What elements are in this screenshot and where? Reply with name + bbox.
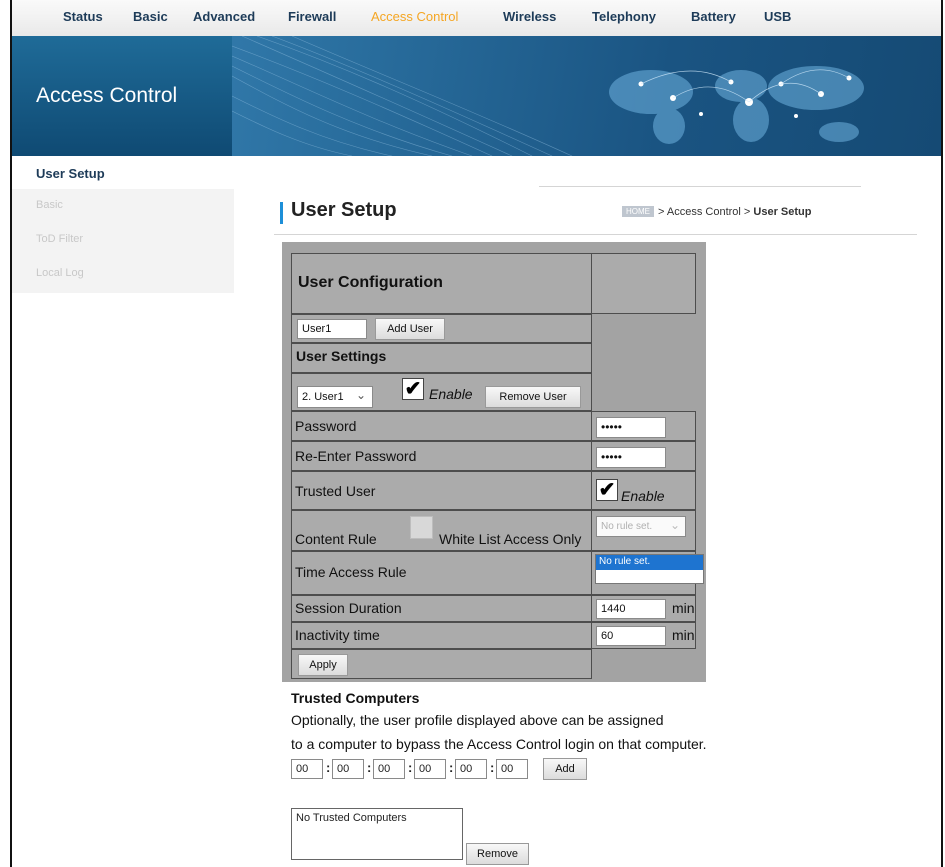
session-label-cell: Session Duration bbox=[291, 595, 592, 622]
trusted-computers-description: Optionally, the user profile displayed a… bbox=[291, 712, 664, 728]
password-value-cell: ••••• bbox=[592, 411, 696, 441]
nav-basic[interactable]: Basic bbox=[133, 9, 168, 24]
page-title: User Setup bbox=[291, 199, 397, 221]
user-settings-title: User Settings bbox=[296, 348, 387, 364]
sidebar-submenu: Basic ToD Filter Local Log bbox=[12, 189, 234, 293]
chevron-down-icon: ⌄ bbox=[355, 388, 366, 402]
reenter-label-cell: Re-Enter Password bbox=[291, 441, 592, 471]
enable-user-label: Enable bbox=[429, 386, 473, 402]
nav-access-control[interactable]: Access Control bbox=[371, 9, 458, 24]
mac-octet-6-input[interactable]: 00 bbox=[496, 759, 528, 779]
inactivity-value-cell: 60 min bbox=[592, 622, 696, 649]
mac-separator: : bbox=[367, 760, 372, 775]
nav-firewall[interactable]: Firewall bbox=[288, 9, 336, 24]
session-value-cell: 1440 min bbox=[592, 595, 696, 622]
sidebar-item-basic[interactable]: Basic bbox=[36, 199, 63, 211]
new-user-name-input[interactable]: User1 bbox=[297, 319, 367, 339]
breadcrumb-current: User Setup bbox=[753, 206, 812, 218]
breadcrumb: HOME > Access Control > User Setup bbox=[622, 206, 811, 218]
trusted-computers-description: to a computer to bypass the Access Contr… bbox=[291, 736, 707, 752]
nav-battery[interactable]: Battery bbox=[691, 9, 736, 24]
session-unit-label: min bbox=[672, 600, 695, 616]
breadcrumb-path: > Access Control > bbox=[658, 206, 754, 218]
user-config-table: User Configuration User1 Add User User S… bbox=[282, 242, 706, 682]
mac-octet-1-input[interactable]: 00 bbox=[291, 759, 323, 779]
content-rule-select-value: No rule set. bbox=[601, 521, 653, 532]
remove-computer-button[interactable]: Remove bbox=[466, 843, 529, 865]
mac-octet-4-input[interactable]: 00 bbox=[414, 759, 446, 779]
apply-row: Apply bbox=[291, 649, 592, 679]
reenter-password-label: Re-Enter Password bbox=[295, 448, 417, 464]
mac-separator: : bbox=[490, 760, 495, 775]
add-user-row: User1 Add User bbox=[291, 314, 592, 343]
trusted-user-enable-label: Enable bbox=[621, 488, 665, 504]
user-select-row: 2. User1 ⌄ ✔ Enable Remove User bbox=[291, 373, 592, 411]
mac-octet-2-input[interactable]: 00 bbox=[332, 759, 364, 779]
divider bbox=[274, 234, 917, 235]
time-rule-option[interactable]: No rule set. bbox=[596, 555, 703, 570]
user-settings-header: User Settings bbox=[291, 343, 592, 373]
add-user-button[interactable]: Add User bbox=[375, 318, 445, 340]
sidebar-item-tod-filter[interactable]: ToD Filter bbox=[36, 233, 83, 245]
mac-octet-3-input[interactable]: 00 bbox=[373, 759, 405, 779]
enable-user-checkbox[interactable]: ✔ bbox=[402, 378, 424, 400]
sidebar-item-local-log[interactable]: Local Log bbox=[36, 267, 84, 279]
divider bbox=[539, 186, 861, 187]
nav-status[interactable]: Status bbox=[63, 9, 103, 24]
title-accent-bar bbox=[280, 202, 283, 224]
app-frame: Status Basic Advanced Firewall Access Co… bbox=[10, 0, 943, 867]
content-rule-label: Content Rule bbox=[295, 531, 377, 547]
reenter-value-cell: ••••• bbox=[592, 441, 696, 471]
inactivity-unit-label: min bbox=[672, 627, 695, 643]
mac-separator: : bbox=[408, 760, 413, 775]
nav-telephony[interactable]: Telephony bbox=[592, 9, 656, 24]
time-rule-listbox[interactable]: No rule set. bbox=[595, 554, 704, 584]
inactivity-time-label: Inactivity time bbox=[295, 627, 380, 643]
remove-user-button[interactable]: Remove User bbox=[485, 386, 581, 408]
inactivity-label-cell: Inactivity time bbox=[291, 622, 592, 649]
trusted-user-value-cell: ✔ Enable bbox=[592, 471, 696, 510]
nav-usb[interactable]: USB bbox=[764, 9, 791, 24]
mac-octet-5-input[interactable]: 00 bbox=[455, 759, 487, 779]
password-label: Password bbox=[295, 418, 357, 434]
sidebar-item-user-setup[interactable]: User Setup bbox=[36, 166, 105, 181]
config-header-cell: User Configuration bbox=[291, 253, 592, 314]
home-badge[interactable]: HOME bbox=[622, 206, 654, 217]
time-rule-value-cell: No rule set. bbox=[592, 551, 704, 595]
content-rule-select[interactable]: No rule set. ⌄ bbox=[596, 516, 686, 537]
trusted-computers-list[interactable]: No Trusted Computers bbox=[291, 808, 463, 860]
banner-title: Access Control bbox=[36, 84, 178, 107]
reenter-password-input[interactable]: ••••• bbox=[596, 447, 666, 468]
password-label-cell: Password bbox=[291, 411, 592, 441]
nav-wireless[interactable]: Wireless bbox=[503, 9, 556, 24]
inactivity-time-input[interactable]: 60 bbox=[596, 626, 666, 646]
password-input[interactable]: ••••• bbox=[596, 417, 666, 438]
time-access-rule-label: Time Access Rule bbox=[295, 564, 407, 580]
content-rule-label-cell: Content Rule White List Access Only bbox=[291, 510, 592, 551]
user-select-dropdown[interactable]: 2. User1 ⌄ bbox=[297, 386, 373, 408]
chevron-down-icon: ⌄ bbox=[669, 518, 680, 532]
trusted-user-checkbox[interactable]: ✔ bbox=[596, 479, 618, 501]
config-title: User Configuration bbox=[298, 274, 443, 291]
trusted-computers-title: Trusted Computers bbox=[291, 690, 420, 706]
mac-separator: : bbox=[449, 760, 454, 775]
session-duration-input[interactable]: 1440 bbox=[596, 599, 666, 619]
header-banner: Access Control bbox=[12, 36, 941, 156]
user-select-value: 2. User1 bbox=[302, 391, 344, 403]
content-rule-value-cell: No rule set. ⌄ bbox=[592, 510, 696, 551]
nav-advanced[interactable]: Advanced bbox=[193, 9, 255, 24]
trusted-user-label-cell: Trusted User bbox=[291, 471, 592, 510]
time-rule-label-cell: Time Access Rule bbox=[291, 551, 592, 595]
config-header-right bbox=[592, 253, 696, 314]
white-list-label: White List Access Only bbox=[439, 531, 582, 547]
white-list-checkbox[interactable] bbox=[410, 516, 433, 539]
add-mac-button[interactable]: Add bbox=[543, 758, 587, 780]
mac-separator: : bbox=[326, 760, 331, 775]
top-nav: Status Basic Advanced Firewall Access Co… bbox=[12, 0, 941, 37]
trusted-user-label: Trusted User bbox=[295, 483, 376, 499]
apply-button[interactable]: Apply bbox=[298, 654, 348, 676]
session-duration-label: Session Duration bbox=[295, 600, 402, 616]
world-map-graphic bbox=[609, 66, 864, 144]
